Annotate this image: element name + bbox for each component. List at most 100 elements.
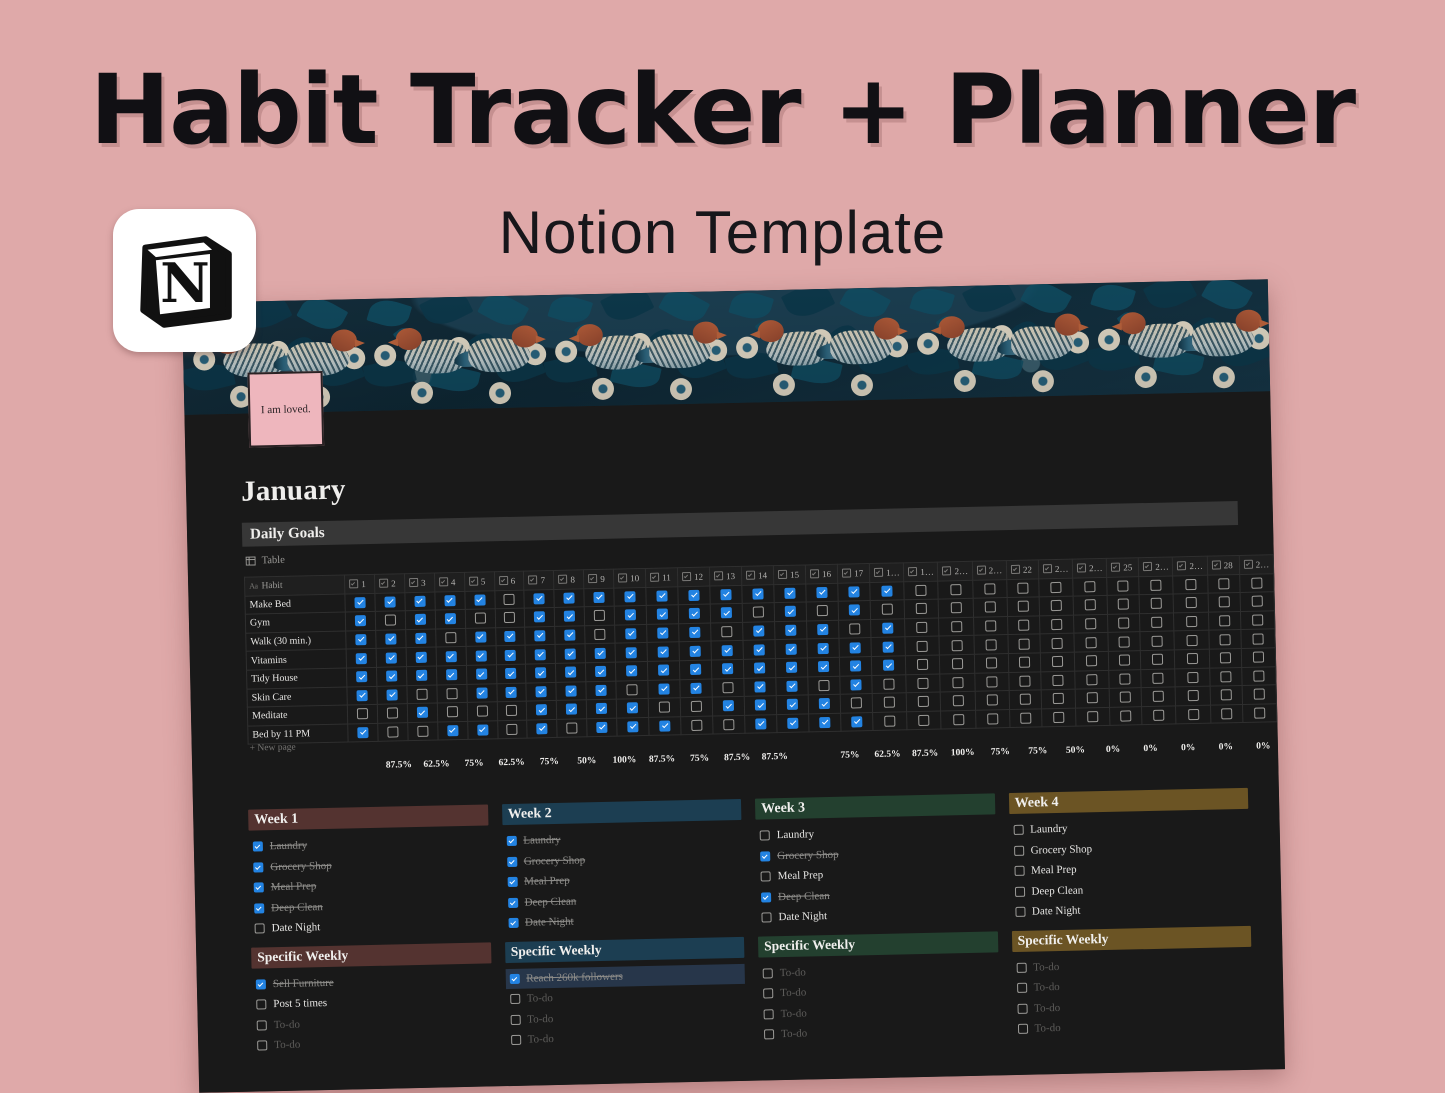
checkbox[interactable] (884, 697, 895, 708)
day-column-header[interactable]: 3 (404, 573, 434, 592)
checkbox[interactable] (850, 679, 861, 690)
checkbox[interactable] (952, 677, 963, 688)
habit-checkbox-cell[interactable] (647, 661, 679, 680)
habit-checkbox-cell[interactable] (1140, 613, 1175, 632)
habit-checkbox-cell[interactable] (680, 697, 712, 716)
checkbox[interactable] (254, 883, 264, 893)
habit-checkbox-cell[interactable] (775, 658, 807, 677)
checkbox[interactable] (1186, 635, 1197, 646)
habit-checkbox-cell[interactable] (939, 636, 974, 655)
habit-checkbox-cell[interactable] (465, 628, 495, 647)
habit-checkbox-cell[interactable] (807, 657, 839, 676)
checkbox[interactable] (761, 872, 771, 882)
checkbox[interactable] (504, 594, 515, 605)
habit-checkbox-cell[interactable] (1007, 578, 1039, 597)
habit-checkbox-cell[interactable] (554, 607, 584, 626)
checkbox[interactable] (446, 669, 457, 680)
list-item[interactable]: Date Night (1011, 897, 1251, 923)
habit-checkbox-cell[interactable] (467, 720, 497, 739)
habit-checkbox-cell[interactable] (378, 722, 408, 741)
habit-checkbox-cell[interactable] (907, 711, 942, 730)
checkbox[interactable] (882, 623, 893, 634)
checkbox[interactable] (417, 726, 428, 737)
habit-checkbox-cell[interactable] (1142, 706, 1177, 725)
habit-checkbox-cell[interactable] (1239, 573, 1274, 592)
day-column-header[interactable]: 7 (524, 570, 554, 589)
checkbox[interactable] (1052, 656, 1063, 667)
habit-name-cell[interactable]: Vitamins (246, 649, 347, 670)
checkbox[interactable] (534, 612, 545, 623)
habit-checkbox-cell[interactable] (776, 676, 808, 695)
checkbox[interactable] (1014, 887, 1024, 897)
checkbox[interactable] (445, 651, 456, 662)
checkbox[interactable] (884, 678, 895, 689)
habit-checkbox-cell[interactable] (377, 667, 407, 686)
habit-checkbox-cell[interactable] (556, 681, 586, 700)
day-column-header[interactable]: 15 (773, 565, 805, 584)
checkbox[interactable] (445, 614, 456, 625)
checkbox[interactable] (509, 974, 519, 984)
checkbox[interactable] (1120, 692, 1131, 703)
checkbox[interactable] (417, 707, 428, 718)
habit-checkbox-cell[interactable] (1041, 689, 1076, 708)
habit-checkbox-cell[interactable] (555, 626, 585, 645)
habit-checkbox-cell[interactable] (1008, 653, 1040, 672)
habit-checkbox-cell[interactable] (435, 610, 465, 629)
checkbox[interactable] (817, 605, 828, 616)
checkbox[interactable] (257, 1041, 267, 1051)
checkbox[interactable] (253, 862, 263, 872)
habit-checkbox-cell[interactable] (464, 590, 494, 609)
checkbox[interactable] (506, 687, 517, 698)
list-item[interactable]: To-do (760, 1019, 1000, 1045)
specific-weekly-header[interactable]: Specific Weekly (505, 936, 745, 962)
habit-checkbox-cell[interactable] (871, 656, 906, 675)
notion-page-title[interactable]: January (241, 473, 346, 508)
habit-checkbox-cell[interactable] (1141, 687, 1176, 706)
habit-checkbox-cell[interactable] (1174, 631, 1209, 650)
checkbox[interactable] (1085, 618, 1096, 629)
checkbox[interactable] (387, 726, 398, 737)
checkbox[interactable] (506, 705, 517, 716)
habit-checkbox-cell[interactable] (710, 604, 742, 623)
checkbox[interactable] (1020, 713, 1031, 724)
habit-checkbox-cell[interactable] (1040, 652, 1075, 671)
habit-checkbox-cell[interactable] (525, 645, 555, 664)
checkbox[interactable] (357, 708, 368, 719)
habit-checkbox-cell[interactable] (1039, 596, 1074, 615)
checkbox[interactable] (415, 651, 426, 662)
checkbox[interactable] (883, 660, 894, 671)
habit-checkbox-cell[interactable] (345, 612, 375, 631)
checkbox[interactable] (761, 913, 771, 923)
table-view-tab[interactable]: Table (246, 555, 285, 567)
specific-weekly-header[interactable]: Specific Weekly (758, 931, 998, 957)
checkbox[interactable] (784, 588, 795, 599)
habit-checkbox-cell[interactable] (525, 626, 555, 645)
checkbox[interactable] (564, 630, 575, 641)
habit-checkbox-cell[interactable] (1074, 614, 1109, 633)
checkbox[interactable] (1253, 670, 1264, 681)
habit-checkbox-cell[interactable] (1108, 613, 1140, 632)
habit-checkbox-cell[interactable] (1074, 651, 1109, 670)
habit-checkbox-cell[interactable] (775, 621, 807, 640)
checkbox[interactable] (565, 667, 576, 678)
habit-checkbox-cell[interactable] (974, 672, 1009, 691)
checkbox[interactable] (760, 831, 770, 841)
habit-checkbox-cell[interactable] (711, 659, 743, 678)
habit-checkbox-cell[interactable] (495, 627, 525, 646)
habit-checkbox-cell[interactable] (346, 649, 376, 668)
checkbox[interactable] (445, 632, 456, 643)
habit-checkbox-cell[interactable] (974, 654, 1009, 673)
day-column-header[interactable]: 11 (645, 568, 677, 587)
checkbox[interactable] (1186, 616, 1197, 627)
checkbox[interactable] (884, 716, 895, 727)
checkbox[interactable] (918, 696, 929, 707)
checkbox[interactable] (447, 707, 458, 718)
checkbox[interactable] (1220, 690, 1231, 701)
checkbox[interactable] (950, 584, 961, 595)
checkbox[interactable] (689, 627, 700, 638)
habit-checkbox-cell[interactable] (776, 695, 808, 714)
habit-checkbox-cell[interactable] (904, 581, 939, 600)
habit-checkbox-cell[interactable] (679, 660, 711, 679)
checkbox[interactable] (918, 678, 929, 689)
list-item[interactable]: To-do (1013, 1014, 1253, 1040)
